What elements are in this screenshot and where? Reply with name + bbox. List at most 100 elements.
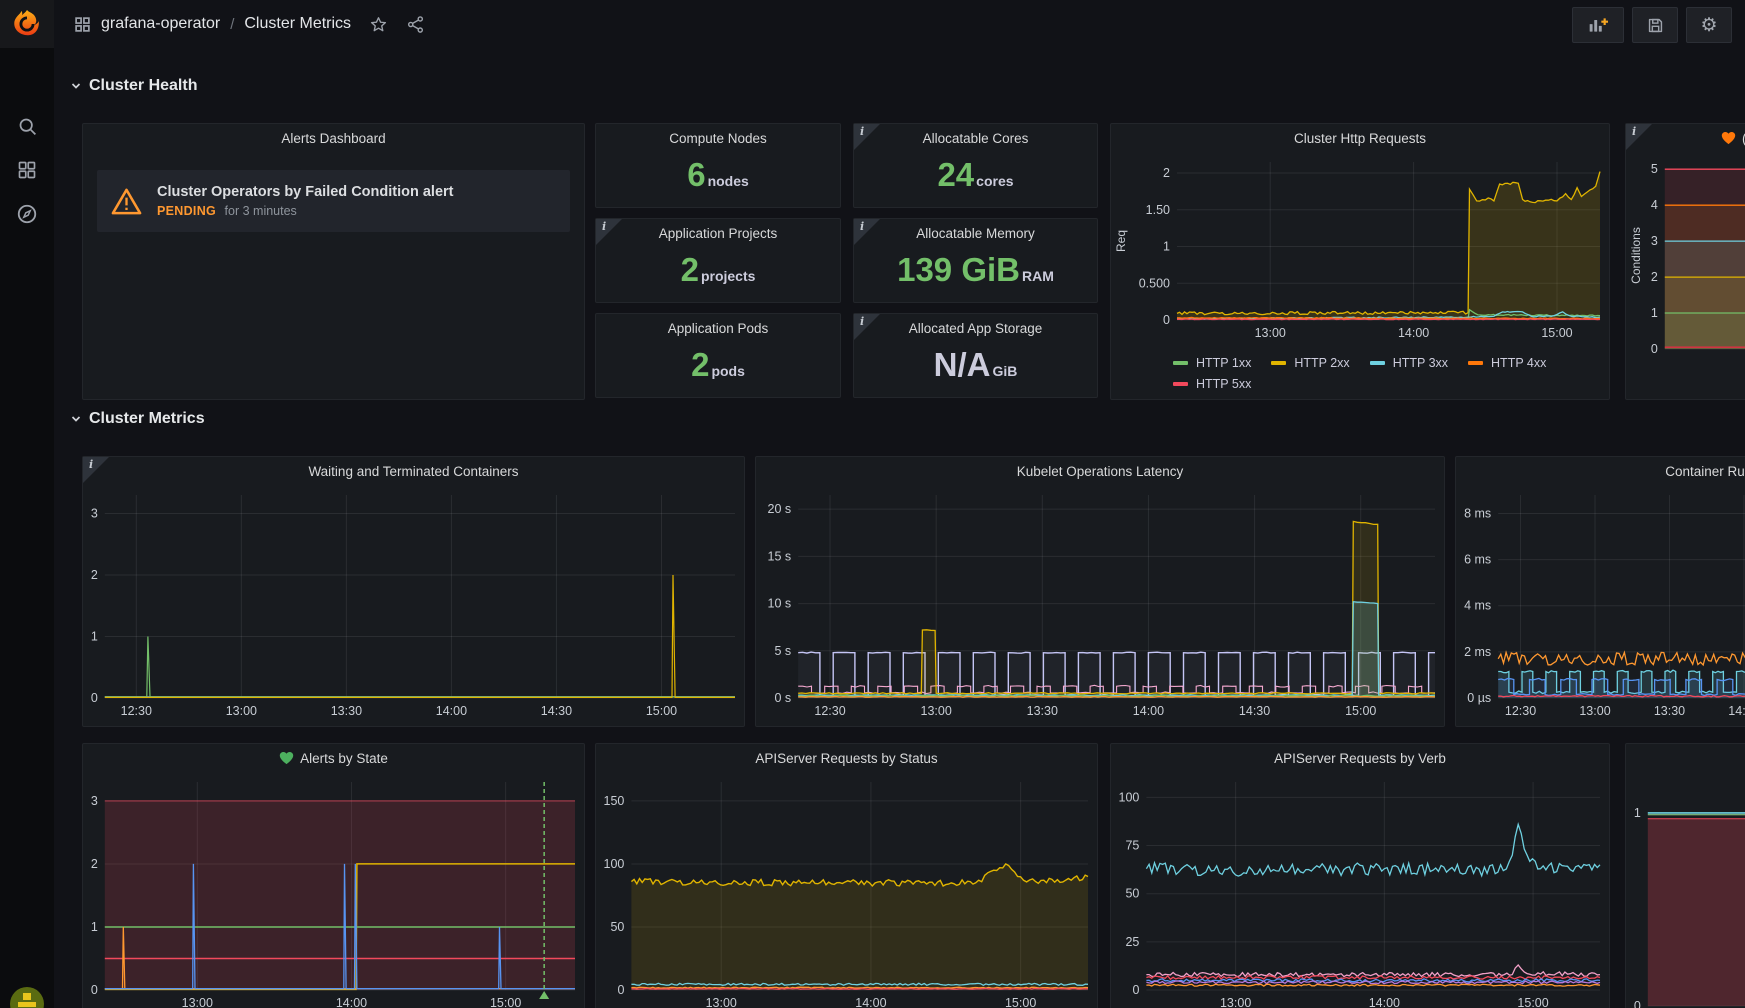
time-series-chart-kubelet[interactable]: 0 s5 s10 s15 s20 s12:3013:0013:3014:0014…	[757, 485, 1443, 722]
page-header: grafana-operator / Cluster Metrics ⚙	[54, 0, 1745, 48]
stat-value: 24	[937, 158, 974, 191]
alert-duration: for 3 minutes	[225, 204, 297, 218]
legend-item[interactable]: HTTP 2xx	[1271, 356, 1349, 370]
legend-label: HTTP 5xx	[1196, 377, 1251, 391]
svg-text:12:30: 12:30	[814, 704, 845, 718]
star-icon[interactable]	[369, 15, 388, 34]
svg-text:1: 1	[91, 629, 98, 643]
panel-title[interactable]: Compute Nodes	[596, 124, 840, 152]
dashboard-settings-button[interactable]: ⚙	[1686, 7, 1732, 43]
chart-panel-cluster-http: Cluster Http Requests00.50011.50213:0014…	[1110, 123, 1610, 400]
svg-text:1: 1	[1634, 806, 1641, 820]
breadcrumb-separator: /	[230, 16, 234, 33]
panel-title[interactable]: Application Pods	[596, 314, 840, 342]
svg-text:13:00: 13:00	[1220, 996, 1251, 1008]
info-corner	[854, 219, 880, 245]
time-series-chart-bottom-right[interactable]: 01	[1627, 772, 1745, 1008]
svg-text:2: 2	[91, 857, 98, 871]
panel-title[interactable]: Kubelet Operations Latency	[756, 457, 1444, 485]
panel-title[interactable]: Alerts by State	[83, 744, 584, 772]
legend-item[interactable]: HTTP 1xx	[1173, 356, 1251, 370]
stat-panel-allocatable-cores: iAllocatable Cores24cores	[853, 123, 1098, 208]
svg-text:75: 75	[1125, 839, 1139, 853]
panel-title[interactable]: Alerts Dashboard	[83, 124, 584, 152]
svg-text:Conditions: Conditions	[1629, 227, 1643, 284]
svg-text:14:00: 14:00	[436, 704, 467, 718]
panel-title[interactable]	[1626, 744, 1745, 772]
svg-text:20 s: 20 s	[768, 502, 792, 516]
stat-unit: pods	[711, 363, 744, 379]
svg-text:1.50: 1.50	[1146, 203, 1170, 217]
legend-item[interactable]: HTTP 5xx	[1173, 377, 1251, 391]
panel-title[interactable]: Cluster Http Requests	[1111, 124, 1609, 152]
chart-panel-kubelet: Kubelet Operations Latency0 s5 s10 s15 s…	[755, 456, 1445, 727]
explore-icon[interactable]	[0, 192, 54, 236]
panel-title[interactable]: Allocated App Storage	[854, 314, 1097, 342]
info-icon[interactable]: i	[860, 315, 864, 328]
add-panel-button[interactable]	[1572, 7, 1624, 43]
save-dashboard-button[interactable]	[1632, 7, 1678, 43]
stat-value: 2	[681, 253, 699, 286]
svg-text:4 ms: 4 ms	[1464, 599, 1491, 613]
svg-text:3: 3	[1651, 234, 1658, 248]
info-icon[interactable]: i	[860, 220, 864, 233]
time-series-chart-apiserver-status[interactable]: 05010015013:0014:0015:00	[597, 772, 1096, 1008]
time-series-chart-cluster-http[interactable]: 00.50011.50213:0014:0015:00Req	[1112, 152, 1608, 344]
panel-title[interactable]: APIServer Requests by Verb	[1111, 744, 1609, 772]
panel-title[interactable]: Waiting and Terminated Containers	[83, 457, 744, 485]
stat-panel-allocatable-memory: iAllocatable Memory139 GiBRAM	[853, 218, 1098, 303]
warning-triangle-icon	[111, 187, 142, 216]
svg-text:14:30: 14:30	[1239, 704, 1270, 718]
grafana-logo[interactable]	[0, 0, 54, 48]
legend-item[interactable]: HTTP 4xx	[1468, 356, 1546, 370]
panel-title[interactable]: Allocatable Cores	[854, 124, 1097, 152]
panel-title[interactable]: Application Projects	[596, 219, 840, 247]
panel-title[interactable]: Allocatable Memory	[854, 219, 1097, 247]
svg-text:5: 5	[1651, 162, 1658, 176]
svg-text:14:00: 14:00	[855, 996, 886, 1008]
svg-text:0: 0	[1163, 313, 1170, 327]
panel-alerts-dashboard: Alerts Dashboard Cluster Operators by Fa…	[82, 123, 585, 400]
panel-title[interactable]: Container Ru	[1456, 457, 1745, 485]
svg-text:1: 1	[1163, 240, 1170, 254]
time-series-chart-apiserver-verb[interactable]: 025507510013:0014:0015:00	[1112, 772, 1608, 1008]
stat-panel-application-pods: Application Pods2pods	[595, 313, 841, 398]
alert-list-item[interactable]: Cluster Operators by Failed Condition al…	[97, 170, 570, 232]
section-cluster-health[interactable]: Cluster Health	[70, 77, 197, 95]
info-icon[interactable]: i	[860, 125, 864, 138]
grafana-flame-icon	[11, 8, 43, 40]
svg-text:0: 0	[617, 983, 624, 997]
heart-icon	[279, 751, 294, 765]
panel-title[interactable]: APIServer Requests by Status	[596, 744, 1097, 772]
svg-text:Req: Req	[1114, 230, 1128, 252]
legend-item[interactable]: HTTP 3xx	[1370, 356, 1448, 370]
user-avatar[interactable]	[9, 986, 45, 1008]
breadcrumb-folder[interactable]: grafana-operator	[101, 15, 220, 33]
info-corner	[854, 124, 880, 150]
time-series-chart-container-runtime[interactable]: 0 µs2 ms4 ms6 ms8 ms12:3013:0013:3014:00…	[1457, 485, 1745, 722]
chart-legend: HTTP 1xx HTTP 2xx HTTP 3xx HTTP 4xx HTTP 5xx	[1173, 356, 1601, 391]
section-cluster-metrics[interactable]: Cluster Metrics	[70, 410, 205, 428]
info-corner	[854, 314, 880, 340]
dashboards-icon[interactable]	[0, 148, 54, 192]
sidebar	[0, 0, 54, 1008]
chart-panel-apiserver-status: APIServer Requests by Status05010015013:…	[595, 743, 1098, 1008]
svg-text:100: 100	[1119, 790, 1140, 804]
legend-swatch	[1271, 361, 1286, 365]
time-series-chart-conditions[interactable]: 012345Conditions	[1627, 152, 1745, 357]
svg-text:15 s: 15 s	[768, 549, 792, 563]
search-icon[interactable]	[0, 104, 54, 148]
info-icon[interactable]: i	[1632, 125, 1636, 138]
time-series-chart-waiting[interactable]: 012312:3013:0013:3014:0014:3015:00	[84, 485, 743, 722]
svg-text:0: 0	[91, 691, 98, 705]
stat-unit: GiB	[992, 363, 1017, 379]
time-series-chart-alerts-by-state[interactable]: 012313:0014:0015:00	[84, 772, 583, 1008]
info-icon[interactable]: i	[89, 458, 93, 471]
legend-swatch	[1468, 361, 1483, 365]
avatar-image	[9, 986, 45, 1008]
info-icon[interactable]: i	[602, 220, 606, 233]
chart-panel-bottom-right: 01	[1625, 743, 1745, 1008]
svg-text:100: 100	[604, 857, 625, 871]
share-icon[interactable]	[406, 15, 425, 34]
breadcrumb-title[interactable]: Cluster Metrics	[244, 15, 351, 33]
